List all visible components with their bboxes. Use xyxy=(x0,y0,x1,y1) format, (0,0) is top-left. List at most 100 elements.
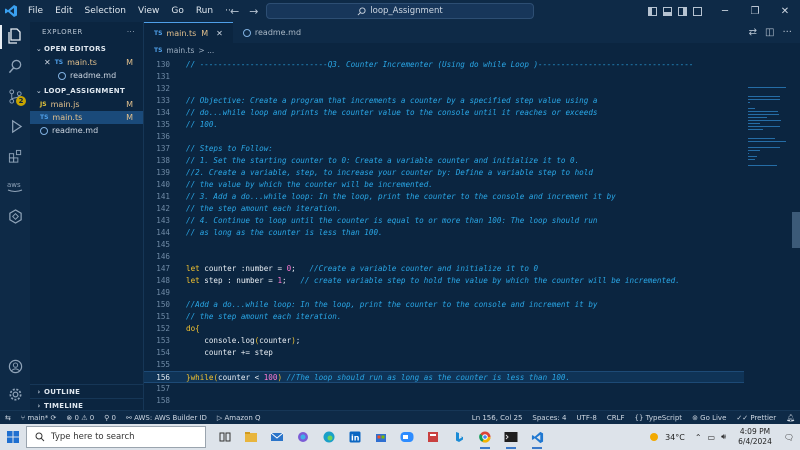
network-icon[interactable]: ▭ xyxy=(708,433,716,442)
close-window-button[interactable]: ✕ xyxy=(770,0,800,22)
explorer-files-icon[interactable] xyxy=(5,26,25,46)
extensions-icon[interactable] xyxy=(5,146,25,166)
file-explorer-icon[interactable] xyxy=(238,424,264,450)
code-line[interactable]: 143 // 4. Continue to loop until the coun… xyxy=(144,215,744,227)
code-line[interactable]: 148 let step : number = 1; // create vari… xyxy=(144,275,744,287)
clock[interactable]: 4:09 PM 6/4/2024 xyxy=(732,427,778,447)
close-icon[interactable]: ✕ xyxy=(216,29,223,38)
volume-icon[interactable]: 🔊︎ xyxy=(721,432,726,442)
chrome-browser-icon[interactable] xyxy=(472,424,498,450)
notification-center-icon[interactable]: 🗨︎ xyxy=(784,433,794,442)
encoding-status[interactable]: UTF-8 xyxy=(571,414,601,422)
remote-icon[interactable]: ⇆ xyxy=(0,414,16,422)
breadcrumb-suffix[interactable]: > ... xyxy=(198,46,214,55)
vscode-taskbar-icon[interactable] xyxy=(524,424,550,450)
code-line[interactable]: 156}while(counter < 100) //The loop shou… xyxy=(144,371,744,383)
vertical-scrollbar[interactable] xyxy=(792,212,800,248)
code-line[interactable]: 150 //Add a do...while loop: In the loop,… xyxy=(144,299,744,311)
menu-item[interactable]: Run xyxy=(190,0,219,22)
bing-icon[interactable] xyxy=(446,424,472,450)
minimap[interactable] xyxy=(744,57,790,410)
breadcrumb-file[interactable]: main.ts xyxy=(166,46,194,55)
search-icon[interactable] xyxy=(5,56,25,76)
code-line[interactable]: 138 // 1. Set the starting counter to 0: … xyxy=(144,155,744,167)
code-line[interactable]: 130 // ----------------------------Q3. Co… xyxy=(144,59,744,71)
toggle-secondary-sidebar-icon[interactable] xyxy=(678,6,687,16)
branch-status[interactable]: ⑂ main* ⟳ xyxy=(16,414,62,422)
code-line[interactable]: 133 // Objective: Create a program that i… xyxy=(144,95,744,107)
aws-status[interactable]: ⚯ AWS: AWS Builder ID xyxy=(121,414,212,422)
more-actions-icon[interactable]: ··· xyxy=(782,27,792,38)
code-line[interactable]: 140 // the value by which the counter wil… xyxy=(144,179,744,191)
indent-status[interactable]: Spaces: 4 xyxy=(527,414,571,422)
minimize-button[interactable]: ─ xyxy=(710,0,740,22)
language-status[interactable]: {} TypeScript xyxy=(630,414,688,422)
folder-section[interactable]: ⌄ LOOP_ASSIGNMENT xyxy=(30,84,143,98)
code-line[interactable]: 136 xyxy=(144,131,744,143)
open-editor-item[interactable]: readme.md xyxy=(30,69,143,82)
info-status[interactable]: ⚲ 0 xyxy=(99,414,121,422)
file-item-selected[interactable]: TS main.ts M xyxy=(30,111,143,124)
store-icon[interactable] xyxy=(368,424,394,450)
cursor-position[interactable]: Ln 156, Col 25 xyxy=(467,414,528,422)
code-line[interactable]: 157 xyxy=(144,383,744,395)
amazon-q-status[interactable]: ▷ Amazon Q xyxy=(212,414,266,422)
source-control-icon[interactable]: 2 xyxy=(5,86,26,106)
news-icon[interactable] xyxy=(420,424,446,450)
code-line[interactable]: 144 // as long as the counter is less tha… xyxy=(144,227,744,239)
hexagon-extension-icon[interactable] xyxy=(5,206,25,226)
go-live-status[interactable]: ⊚ Go Live xyxy=(687,414,731,422)
toggle-panel-icon[interactable] xyxy=(663,6,672,16)
zoom-icon[interactable] xyxy=(394,424,420,450)
code-line[interactable]: 149 xyxy=(144,287,744,299)
menu-item[interactable]: View xyxy=(132,0,165,22)
file-item[interactable]: readme.md xyxy=(30,124,143,137)
code-line[interactable]: 147 let counter :number = 0; //Create a v… xyxy=(144,263,744,275)
code-line[interactable]: 139 //2. Create a variable, step, to incr… xyxy=(144,167,744,179)
mail-icon[interactable] xyxy=(264,424,290,450)
outline-section[interactable]: › OUTLINE xyxy=(30,384,144,398)
code-line[interactable]: 154 counter += step xyxy=(144,347,744,359)
restore-button[interactable]: ❐ xyxy=(740,0,770,22)
weather-sun-icon[interactable] xyxy=(647,431,661,443)
code-line[interactable]: 134 // do...while loop and prints the cou… xyxy=(144,107,744,119)
code-line[interactable]: 152 do{ xyxy=(144,323,744,335)
run-debug-icon[interactable] xyxy=(5,116,25,136)
compare-changes-icon[interactable]: ⇄ xyxy=(749,27,757,38)
customize-layout-icon[interactable] xyxy=(693,6,702,16)
tab-main-ts[interactable]: TS main.ts M ✕ xyxy=(144,22,233,43)
toggle-sidebar-icon[interactable] xyxy=(648,6,657,16)
code-line[interactable]: 158 xyxy=(144,395,744,407)
close-icon[interactable]: ✕ xyxy=(44,58,51,67)
terminal-icon[interactable] xyxy=(498,424,524,450)
menu-item[interactable]: Selection xyxy=(79,0,132,22)
code-line[interactable]: 155 xyxy=(144,359,744,371)
settings-gear-icon[interactable] xyxy=(5,384,25,404)
problems-status[interactable]: ⊗ 0 ⚠ 0 xyxy=(61,414,99,422)
code-line[interactable]: 153 console.log(counter); xyxy=(144,335,744,347)
menu-item[interactable]: Edit xyxy=(49,0,78,22)
aws-icon[interactable]: aws xyxy=(5,176,25,196)
forward-arrow-icon[interactable]: → xyxy=(249,5,258,18)
account-icon[interactable] xyxy=(5,356,25,376)
open-editor-item[interactable]: ✕ TS main.ts M xyxy=(30,56,143,69)
code-line[interactable]: 142 // the step amount each iteration. xyxy=(144,203,744,215)
code-line[interactable]: 146 xyxy=(144,251,744,263)
file-item[interactable]: JS main.js M xyxy=(30,98,143,111)
code-line[interactable]: 151 // the step amount each iteration. xyxy=(144,311,744,323)
explorer-more-button[interactable]: ··· xyxy=(127,28,135,36)
code-line[interactable]: 141 // 3. Add a do...while loop: In the l… xyxy=(144,191,744,203)
code-editor[interactable]: 130 // ----------------------------Q3. Co… xyxy=(144,57,744,410)
menu-item[interactable]: Go xyxy=(165,0,189,22)
open-editors-section[interactable]: ⌄ OPEN EDITORS xyxy=(30,42,143,56)
code-line[interactable]: 145 xyxy=(144,239,744,251)
code-line[interactable]: 131 xyxy=(144,71,744,83)
code-line[interactable]: 135 // 100. xyxy=(144,119,744,131)
eol-status[interactable]: CRLF xyxy=(602,414,630,422)
copilot-icon[interactable] xyxy=(290,424,316,450)
notifications-bell-icon[interactable]: 🔔︎ xyxy=(781,414,800,422)
command-center[interactable]: loop_Assignment xyxy=(266,3,534,19)
edge-browser-icon[interactable] xyxy=(316,424,342,450)
prettier-status[interactable]: ✓✓ Prettier xyxy=(731,414,781,422)
split-editor-icon[interactable]: ◫ xyxy=(765,27,774,38)
